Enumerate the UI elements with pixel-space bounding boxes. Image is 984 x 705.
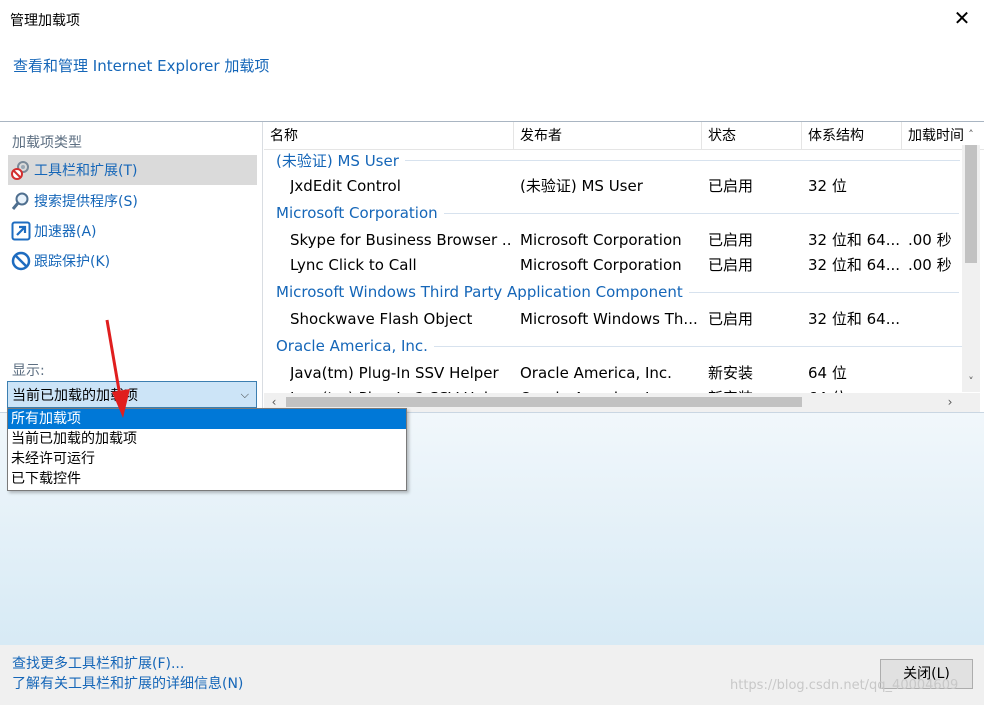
table-row[interactable]: Java(tm) Plug-In SSV Helper Oracle Ameri… xyxy=(264,361,964,386)
cell-load-time: .00 秒 xyxy=(908,231,952,249)
category-label: 加速器(A) xyxy=(34,224,97,240)
column-header-name[interactable]: 名称 xyxy=(264,122,514,150)
scroll-up-icon[interactable]: ˄ xyxy=(962,125,980,145)
cell-publisher: Microsoft Corporation xyxy=(520,256,682,274)
toolbar-extension-icon xyxy=(11,160,31,180)
close-icon[interactable]: ✕ xyxy=(952,6,972,30)
cell-architecture: 32 位和 64... xyxy=(808,310,901,328)
header-link[interactable]: 查看和管理 Internet Explorer 加载项 xyxy=(13,55,269,76)
cell-publisher: Microsoft Corporation xyxy=(520,231,682,249)
dropdown-option-downloaded-controls[interactable]: 已下载控件 xyxy=(8,469,406,489)
group-header: Microsoft Windows Third Party Applicatio… xyxy=(276,283,959,301)
cell-status: 已启用 xyxy=(708,310,754,328)
group-name: Microsoft Windows Third Party Applicatio… xyxy=(276,283,683,301)
addon-type-heading: 加载项类型 xyxy=(12,135,82,151)
category-label: 跟踪保护(K) xyxy=(34,254,111,270)
category-tracking-protection[interactable]: 跟踪保护(K) xyxy=(8,246,257,276)
table-row[interactable]: Lync Click to Call Microsoft Corporation… xyxy=(264,253,964,278)
cell-architecture: 32 位和 64... xyxy=(808,231,901,249)
group-name: Oracle America, Inc. xyxy=(276,337,428,355)
category-search-providers[interactable]: 搜索提供程序(S) xyxy=(8,186,257,216)
vertical-scrollbar[interactable] xyxy=(962,145,980,392)
dropdown-option-currently-loaded[interactable]: 当前已加载的加载项 xyxy=(8,429,406,449)
cell-publisher: Microsoft Windows Th... xyxy=(520,310,698,328)
group-header: (未验证) MS User xyxy=(276,150,960,171)
cell-architecture: 32 位 xyxy=(808,177,847,195)
table-row[interactable]: JxdEdit Control (未验证) MS User 已启用 32 位 xyxy=(264,174,964,199)
footer: 查找更多工具栏和扩展(F)... 了解有关工具栏和扩展的详细信息(N) 关闭(L… xyxy=(0,645,984,705)
scroll-right-icon[interactable]: › xyxy=(940,393,960,412)
chevron-down-icon[interactable]: ⌵ xyxy=(241,388,249,402)
learn-more-link[interactable]: 了解有关工具栏和扩展的详细信息(N) xyxy=(12,673,243,693)
title-bar: 管理加载项 ✕ xyxy=(0,0,984,40)
category-label: 搜索提供程序(S) xyxy=(34,194,138,210)
cell-name: JxdEdit Control xyxy=(290,177,401,195)
cell-architecture: 32 位和 64... xyxy=(808,256,901,274)
accelerator-icon xyxy=(11,221,31,241)
dropdown-option-all-addons[interactable]: 所有加载项 xyxy=(8,409,406,429)
cell-status: 新安装 xyxy=(708,364,754,382)
column-header-publisher[interactable]: 发布者 xyxy=(514,122,702,150)
tracking-protection-icon xyxy=(11,251,31,271)
cell-load-time: .00 秒 xyxy=(908,256,952,274)
cell-publisher: Oracle America, Inc. xyxy=(520,364,672,382)
group-header: Microsoft Corporation xyxy=(276,204,959,222)
category-toolbars-extensions[interactable]: 工具栏和扩展(T) xyxy=(8,155,257,185)
group-header: Oracle America, Inc. xyxy=(276,337,969,355)
group-divider xyxy=(443,212,959,214)
watermark: https://blog.csdn.net/qq_40004609 xyxy=(730,678,959,693)
show-combobox[interactable]: 当前已加载的加载项 ⌵ xyxy=(7,381,257,408)
sort-caret-icon: ˄ xyxy=(602,122,608,132)
group-divider xyxy=(404,160,960,161)
table-row[interactable]: Shockwave Flash Object Microsoft Windows… xyxy=(264,307,964,332)
cell-publisher: (未验证) MS User xyxy=(520,177,643,195)
addon-type-pane: 加载项类型 工具栏和扩展(T) 搜索提供程序(S) 加速器(A) 跟踪保护(K)… xyxy=(1,122,263,412)
addon-list: 名称 发布者 ˄ 状态 体系结构 加载时间 (未验证) MS User JxdE… xyxy=(264,122,984,412)
table-row[interactable]: Skype for Business Browser ... Microsoft… xyxy=(264,228,964,253)
cell-status: 已启用 xyxy=(708,231,754,249)
dropdown-option-run-without-permission[interactable]: 未经许可运行 xyxy=(8,449,406,469)
cell-name: Skype for Business Browser ... xyxy=(290,231,510,249)
find-more-link[interactable]: 查找更多工具栏和扩展(F)... xyxy=(12,653,184,673)
cell-status: 已启用 xyxy=(708,177,754,195)
window-title: 管理加载项 xyxy=(10,13,80,29)
category-accelerators[interactable]: 加速器(A) xyxy=(8,216,257,246)
column-header-row: 名称 发布者 ˄ 状态 体系结构 加载时间 xyxy=(264,122,984,150)
scroll-down-icon[interactable]: ˅ xyxy=(962,372,980,392)
group-name: (未验证) MS User xyxy=(276,152,399,170)
cell-status: 已启用 xyxy=(708,256,754,274)
category-label: 工具栏和扩展(T) xyxy=(34,163,138,179)
cell-name: Shockwave Flash Object xyxy=(290,310,473,328)
horizontal-scroll-thumb[interactable] xyxy=(286,397,802,407)
column-header-status[interactable]: 状态 xyxy=(702,122,802,150)
combobox-value: 当前已加载的加载项 xyxy=(12,387,138,404)
group-divider xyxy=(433,345,969,347)
group-divider xyxy=(688,291,959,293)
search-icon xyxy=(11,191,31,211)
show-dropdown-list: 所有加载项 当前已加载的加载项 未经许可运行 已下载控件 xyxy=(7,408,407,491)
cell-name: Lync Click to Call xyxy=(290,256,417,274)
cell-architecture: 64 位 xyxy=(808,364,847,382)
column-header-architecture[interactable]: 体系结构 xyxy=(802,122,902,150)
scrollbar-corner xyxy=(962,393,980,412)
vertical-scroll-thumb[interactable] xyxy=(965,145,977,263)
cell-name: Java(tm) Plug-In SSV Helper xyxy=(290,364,499,382)
group-name: Microsoft Corporation xyxy=(276,204,438,222)
show-label: 显示: xyxy=(12,363,45,379)
